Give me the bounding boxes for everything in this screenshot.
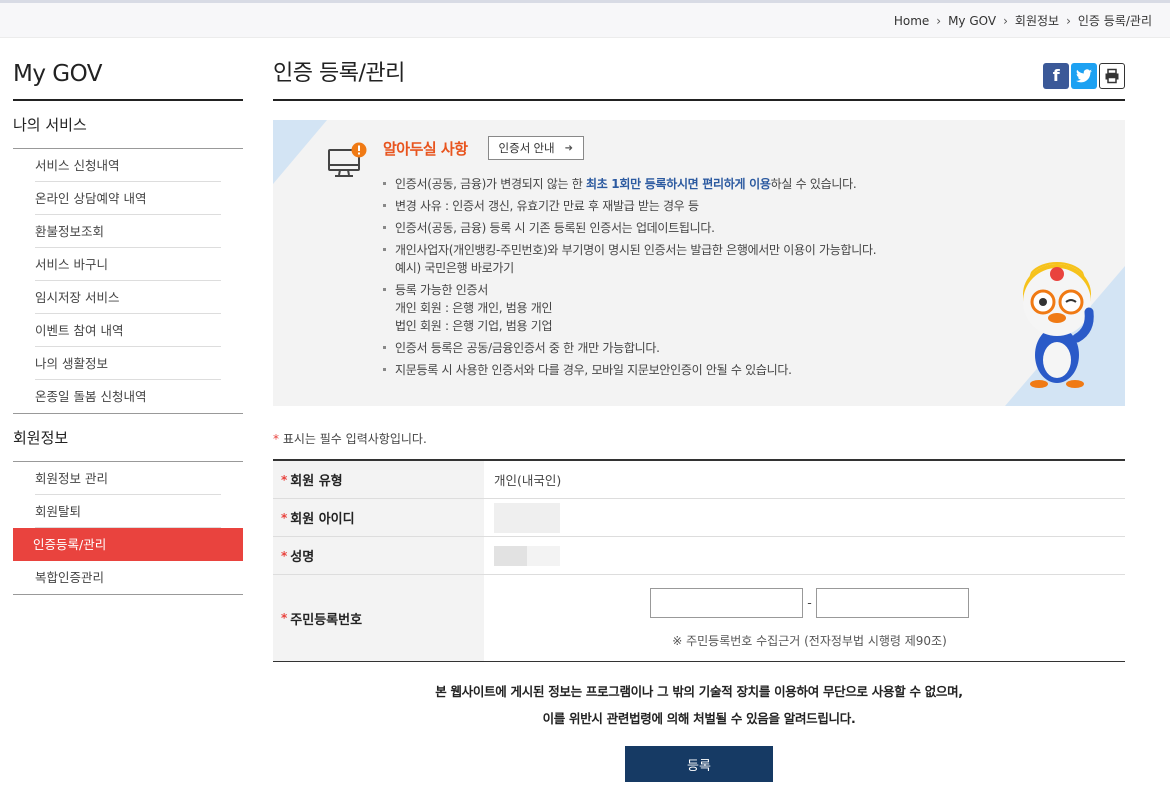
table-row: * 회원 아이디	[273, 499, 1125, 537]
breadcrumb: Home › My GOV › 회원정보 › 인증 등록/관리	[894, 12, 1152, 29]
member-id-label: * 회원 아이디	[273, 499, 484, 536]
kb-bank-link[interactable]: 예시) 국민은행 바로가기	[395, 261, 514, 275]
member-type-value: 개인(내국인)	[494, 473, 562, 488]
sidebar-item-temp-saved[interactable]: 임시저장 서비스	[35, 281, 221, 314]
sidebar-item-member-manage[interactable]: 회원정보 관리	[35, 462, 221, 495]
notice-item: 인증서(공동, 금융)가 변경되지 않는 한 최초 1회만 등록하시면 편리하게…	[383, 175, 1043, 193]
notice-box: 알아두실 사항 인증서 안내 ➜ 인증서(공동, 금융)가 변경되지 않는 한 …	[273, 120, 1125, 406]
register-button[interactable]: 등록	[625, 746, 773, 782]
required-note: * 표시는 필수 입력사항입니다.	[273, 432, 427, 446]
table-row: * 회원 유형 개인(내국인)	[273, 461, 1125, 499]
arrow-right-icon: ➜	[564, 142, 574, 154]
cert-guide-button[interactable]: 인증서 안내 ➜	[487, 136, 585, 160]
share-buttons: f	[1043, 63, 1125, 89]
page-title: 인증 등록/관리	[273, 61, 405, 86]
main-content: 인증 등록/관리 f 알아두실 사항 인증서 안내 ➜ 인증서(공동, 금융)가…	[273, 56, 1125, 782]
sidebar-section-member-info: 회원정보	[13, 414, 243, 462]
resident-no-separator: -	[807, 595, 812, 610]
notice-item: 인증서(공동, 금융) 등록 시 기존 등록된 인증서는 업데이트됩니다.	[383, 219, 1043, 237]
chevron-right-icon: ›	[936, 13, 942, 28]
print-icon[interactable]	[1099, 63, 1125, 89]
notice-item: 등록 가능한 인증서 개인 회원 : 은행 개인, 범용 개인 법인 회원 : 은행…	[383, 281, 1043, 335]
sidebar-section-my-services: 나의 서비스	[13, 101, 243, 149]
table-row: * 주민등록번호 - ※ 주민등록번호 수집근거 (전자정부법 시행령 제90조)	[273, 575, 1125, 661]
member-type-label: * 회원 유형	[273, 461, 484, 498]
sidebar-item-life-info[interactable]: 나의 생활정보	[35, 347, 221, 380]
notice-list: 인증서(공동, 금융)가 변경되지 않는 한 최초 1회만 등록하시면 편리하게…	[383, 175, 1043, 383]
breadcrumb-current[interactable]: 인증 등록/관리	[1078, 12, 1152, 29]
notice-item: 인증서 등록은 공동/금융인증서 중 한 개만 가능합니다.	[383, 339, 1043, 357]
sidebar: My GOV 나의 서비스 서비스 신청내역 온라인 상담예약 내역 환불정보조…	[13, 56, 243, 595]
facebook-icon[interactable]: f	[1043, 63, 1069, 89]
member-id-redacted	[494, 502, 560, 533]
page-title-bar: 인증 등록/관리 f	[273, 56, 1125, 101]
sidebar-item-multi-auth[interactable]: 복합인증관리	[35, 561, 221, 594]
name-redacted	[494, 545, 560, 566]
sidebar-item-service-basket[interactable]: 서비스 바구니	[35, 248, 221, 281]
twitter-icon[interactable]	[1071, 63, 1097, 89]
pororo-mascot-image	[1023, 261, 1094, 388]
chevron-right-icon: ›	[1066, 13, 1071, 28]
breadcrumb-home[interactable]: Home	[894, 14, 929, 28]
sidebar-title: My GOV	[13, 56, 243, 101]
sidebar-item-withdraw[interactable]: 회원탈퇴	[35, 495, 221, 528]
resident-no-note: ※ 주민등록번호 수집근거 (전자정부법 시행령 제90조)	[672, 633, 947, 648]
table-row: * 성명	[273, 537, 1125, 575]
cert-guide-label: 인증서 안내	[498, 143, 555, 155]
resident-no-label: * 주민등록번호	[273, 575, 484, 661]
sidebar-item-event-history[interactable]: 이벤트 참여 내역	[35, 314, 221, 347]
notice-item: 변경 사유 : 인증서 갱신, 유효기간 만료 후 재발급 받는 경우 등	[383, 197, 1043, 215]
resident-no-back-input[interactable]	[815, 587, 969, 618]
chevron-right-icon: ›	[1003, 13, 1008, 28]
member-form-table: * 회원 유형 개인(내국인) * 회원 아이디 * 성명 * 주민등록번호 - ※ 주…	[273, 459, 1125, 662]
notice-item: 개인사업자(개인뱅킹-주민번호)와 부기명이 명시된 인증서는 발급한 은행에서…	[383, 241, 1043, 277]
sidebar-item-cert-manage[interactable]: 인증등록/관리	[13, 528, 243, 561]
sidebar-item-service-history[interactable]: 서비스 신청내역	[35, 149, 221, 182]
top-bar: Home › My GOV › 회원정보 › 인증 등록/관리	[0, 0, 1170, 38]
notice-item: 지문등록 시 사용한 인증서와 다를 경우, 모바일 지문보안인증이 안될 수 …	[383, 361, 1043, 379]
breadcrumb-mygov[interactable]: My GOV	[948, 14, 996, 28]
sidebar-item-consult-reservation[interactable]: 온라인 상담예약 내역	[35, 182, 221, 215]
legal-notice: 본 웹사이트에 게시된 정보는 프로그램이나 그 밖의 기술적 장치를 이용하여…	[435, 684, 963, 726]
sidebar-item-refund-info[interactable]: 환불정보조회	[35, 215, 221, 248]
resident-no-front-input[interactable]	[650, 587, 804, 618]
monitor-alert-icon	[328, 142, 367, 177]
sidebar-item-care-history[interactable]: 온종일 돌봄 신청내역	[35, 380, 221, 413]
name-label: * 성명	[273, 537, 484, 574]
breadcrumb-member-info[interactable]: 회원정보	[1015, 12, 1059, 29]
notice-title: 알아두실 사항	[383, 139, 468, 158]
